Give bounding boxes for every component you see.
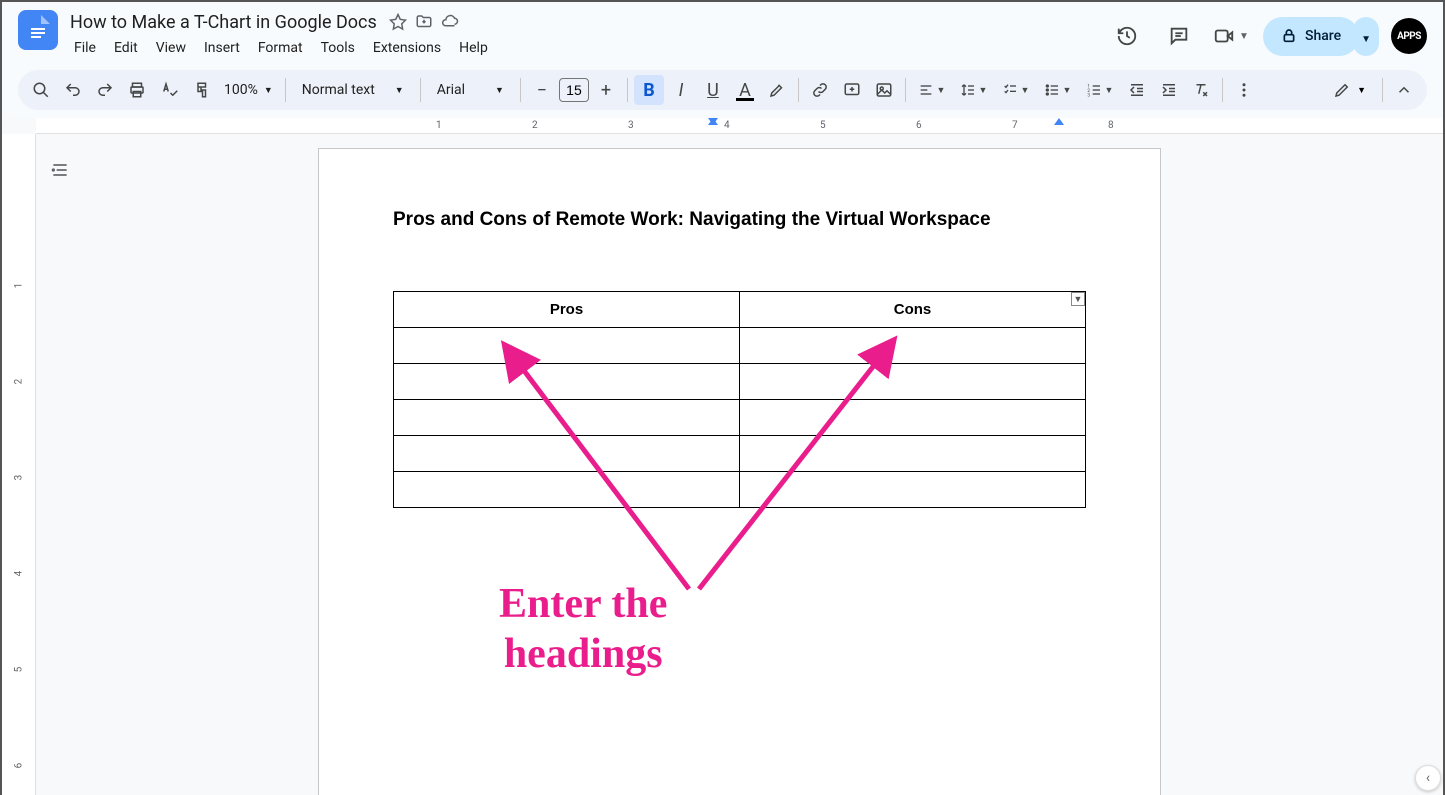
table-options-handle[interactable]: ▼ <box>1071 292 1085 306</box>
clear-formatting-icon[interactable] <box>1186 75 1216 105</box>
spellcheck-icon[interactable] <box>154 75 184 105</box>
decrease-font-icon[interactable]: − <box>527 75 557 105</box>
separator <box>905 78 906 102</box>
decrease-indent-icon[interactable] <box>1122 75 1152 105</box>
cloud-status-icon[interactable] <box>441 13 459 31</box>
move-icon[interactable] <box>415 13 433 31</box>
separator <box>420 78 421 102</box>
paragraph-style-select[interactable]: Normal text▼ <box>292 78 414 102</box>
meet-button[interactable]: ▼ <box>1211 16 1251 56</box>
explore-button[interactable]: ‹ <box>1415 765 1441 791</box>
search-menus-icon[interactable] <box>26 75 56 105</box>
text-color-button[interactable]: A <box>730 75 760 105</box>
left-indent-marker[interactable] <box>708 118 718 125</box>
menu-file[interactable]: File <box>66 36 104 60</box>
docs-logo-icon[interactable] <box>18 10 58 50</box>
editing-mode-button[interactable]: ▼ <box>1323 77 1376 103</box>
table-header-pros[interactable]: Pros <box>394 292 740 328</box>
menu-insert[interactable]: Insert <box>196 36 248 60</box>
bold-button[interactable]: B <box>634 75 664 105</box>
bulleted-list-button[interactable]: ▼ <box>1038 75 1078 105</box>
table-cell[interactable] <box>394 400 740 436</box>
paint-format-icon[interactable] <box>186 75 216 105</box>
share-button[interactable]: Share <box>1263 17 1359 56</box>
document-canvas[interactable]: Pros and Cons of Remote Work: Navigating… <box>36 134 1443 795</box>
menu-format[interactable]: Format <box>250 36 311 60</box>
checklist-button[interactable]: ▼ <box>996 75 1036 105</box>
toolbar: 100%▼ Normal text▼ Arial▼ − + B I U A ▼ … <box>18 70 1427 110</box>
increase-font-icon[interactable]: + <box>591 75 621 105</box>
numbered-list-button[interactable]: 123▼ <box>1080 75 1120 105</box>
table-cell[interactable] <box>394 436 740 472</box>
table-cell[interactable] <box>394 364 740 400</box>
zoom-select[interactable]: 100%▼ <box>218 78 279 102</box>
table-cell[interactable] <box>740 436 1086 472</box>
menu-bar: File Edit View Insert Format Tools Exten… <box>66 34 1107 62</box>
separator <box>520 78 521 102</box>
star-icon[interactable] <box>389 13 407 31</box>
table-cell[interactable] <box>394 472 740 508</box>
horizontal-ruler[interactable]: 1 2 3 4 5 6 7 8 <box>36 118 1443 134</box>
print-icon[interactable] <box>122 75 152 105</box>
annotation-text: Enter the headings <box>499 579 667 680</box>
menu-edit[interactable]: Edit <box>106 36 146 60</box>
right-indent-marker[interactable] <box>1054 118 1064 125</box>
separator <box>798 78 799 102</box>
table-cell[interactable] <box>394 328 740 364</box>
redo-icon[interactable] <box>90 75 120 105</box>
underline-button[interactable]: U <box>698 75 728 105</box>
font-select[interactable]: Arial▼ <box>427 78 514 102</box>
document-heading[interactable]: Pros and Cons of Remote Work: Navigating… <box>393 209 1086 231</box>
title-area: How to Make a T-Chart in Google Docs Fil… <box>66 10 1107 62</box>
separator <box>285 78 286 102</box>
separator <box>627 78 628 102</box>
history-icon[interactable] <box>1107 16 1147 56</box>
table-cell[interactable] <box>740 400 1086 436</box>
table-header-cons[interactable]: Cons <box>740 292 1086 328</box>
table-cell[interactable] <box>740 328 1086 364</box>
font-size-input[interactable] <box>559 78 589 102</box>
menu-help[interactable]: Help <box>451 36 496 60</box>
vertical-ruler[interactable]: 1 2 3 4 5 6 <box>2 134 36 795</box>
font-size-group: − + <box>527 75 621 105</box>
page[interactable]: Pros and Cons of Remote Work: Navigating… <box>318 148 1161 795</box>
highlight-button[interactable] <box>762 75 792 105</box>
menu-tools[interactable]: Tools <box>313 36 363 60</box>
share-dropdown[interactable]: ▼ <box>1353 17 1379 56</box>
account-avatar[interactable]: APPS <box>1391 18 1427 54</box>
more-tools-icon[interactable] <box>1229 75 1259 105</box>
workspace: 1 2 3 4 5 6 Pros and Cons of Remote Work… <box>2 134 1443 795</box>
comments-icon[interactable] <box>1159 16 1199 56</box>
toolbar-container: 100%▼ Normal text▼ Arial▼ − + B I U A ▼ … <box>2 66 1443 118</box>
table-cell[interactable] <box>740 364 1086 400</box>
align-button[interactable]: ▼ <box>912 75 952 105</box>
insert-link-icon[interactable] <box>805 75 835 105</box>
menu-view[interactable]: View <box>148 36 194 60</box>
svg-text:3: 3 <box>1088 93 1091 98</box>
header-right: ▼ Share ▼ APPS <box>1107 16 1427 56</box>
collapse-toolbar-icon[interactable] <box>1389 75 1419 105</box>
insert-image-icon[interactable] <box>869 75 899 105</box>
separator <box>1382 78 1383 102</box>
undo-icon[interactable] <box>58 75 88 105</box>
app-header: How to Make a T-Chart in Google Docs Fil… <box>2 2 1443 66</box>
increase-indent-icon[interactable] <box>1154 75 1184 105</box>
t-chart-table[interactable]: Pros Cons <box>393 291 1086 508</box>
separator <box>1222 78 1223 102</box>
italic-button[interactable]: I <box>666 75 696 105</box>
document-title[interactable]: How to Make a T-Chart in Google Docs <box>66 10 381 35</box>
line-spacing-button[interactable]: ▼ <box>954 75 994 105</box>
insert-comment-icon[interactable] <box>837 75 867 105</box>
table-cell[interactable] <box>740 472 1086 508</box>
menu-extensions[interactable]: Extensions <box>365 36 449 60</box>
